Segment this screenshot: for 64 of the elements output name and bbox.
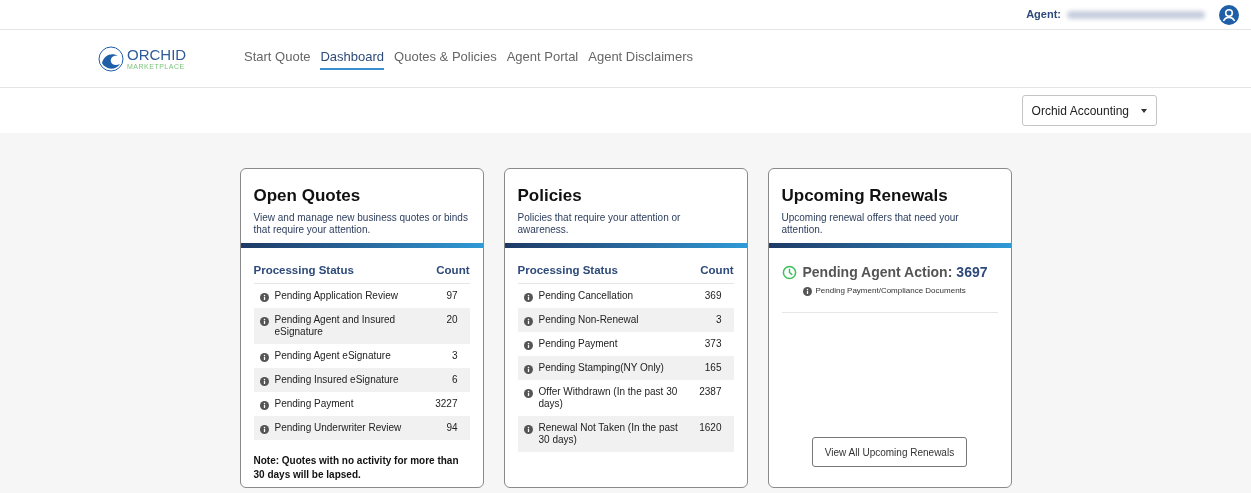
count-value: 2387 — [699, 385, 722, 398]
info-icon — [523, 364, 533, 374]
column-header: Count — [700, 263, 734, 279]
column-header: Count — [436, 263, 470, 279]
count-value: 94 — [446, 421, 458, 434]
nav-link[interactable]: Agent Disclaimers — [588, 46, 693, 71]
status-label: Pending Payment — [538, 337, 618, 350]
summary-detail: Pending Payment/Compliance Documents — [815, 285, 966, 298]
status-label: Pending Application Review — [274, 289, 398, 302]
count-value: 1620 — [699, 421, 722, 434]
nav-link[interactable]: Start Quote — [244, 46, 311, 71]
card-description: View and manage new business quotes or binds that require your attention. — [253, 212, 469, 237]
info-icon — [259, 424, 269, 434]
card-title: Policies — [517, 185, 583, 207]
status-label: Pending Stamping(NY Only) — [538, 361, 664, 374]
view-renewals-button[interactable]: View All Upcoming Renewals — [811, 437, 968, 467]
count-value: 3227 — [435, 397, 458, 410]
count-value: 3 — [451, 349, 458, 362]
caret-icon — [1141, 108, 1147, 113]
logo-name: ORCHID — [127, 47, 187, 62]
count-value: 6 — [451, 373, 458, 386]
card-title: Upcoming Renewals — [781, 185, 949, 207]
agent-label: Agent: — [1026, 7, 1061, 23]
nav-link[interactable]: Dashboard — [320, 46, 385, 71]
count-value: 3 — [715, 313, 722, 326]
card-description: Policies that require your attention or awareness. — [517, 212, 682, 237]
status-label: Pending Agent and Insured eSignature — [274, 313, 397, 338]
nav-link[interactable]: Quotes & Policies — [394, 46, 497, 71]
info-icon — [523, 424, 533, 434]
info-icon — [523, 292, 533, 302]
count-value: 97 — [446, 289, 458, 302]
nav-link[interactable]: Agent Portal — [506, 46, 579, 71]
count-value: 373 — [704, 337, 722, 350]
count-value: 165 — [704, 361, 722, 374]
user-avatar-icon[interactable] — [1219, 4, 1239, 25]
count-value: 20 — [446, 313, 458, 326]
clock-icon — [781, 265, 797, 281]
status-label: Offer Withdrawn (In the past 30 days) — [538, 385, 679, 410]
info-icon — [523, 388, 533, 398]
wave-logo-icon — [98, 45, 124, 72]
info-icon — [259, 400, 269, 410]
status-label: Pending Cancellation — [538, 289, 633, 302]
note-text: Note: Quotes with no activity for more than 30 days will be lapsed. — [253, 453, 460, 482]
status-label: Pending Insured eSignature — [274, 373, 399, 386]
status-label: Renewal Not Taken (In the past 30 days) — [538, 421, 679, 446]
status-label: Pending Underwriter Review — [274, 421, 402, 434]
info-icon — [259, 292, 269, 302]
info-icon — [523, 316, 533, 326]
count-value: 369 — [704, 289, 722, 302]
card-title: Open Quotes — [253, 185, 362, 207]
info-icon — [523, 340, 533, 350]
summary-value: 3697 — [956, 263, 988, 283]
status-label: Pending Non-Renewal — [538, 313, 639, 326]
status-label: Pending Payment — [274, 397, 354, 410]
info-icon — [259, 352, 269, 362]
card-description: Upcoming renewal offers that need your attention. — [781, 212, 960, 237]
summary-label: Pending Agent Action: — [802, 263, 953, 283]
column-header: Processing Status — [253, 263, 354, 279]
column-header: Processing Status — [517, 263, 618, 279]
agency-dropdown[interactable]: Orchid Accounting — [1021, 95, 1157, 126]
status-label: Pending Agent eSignature — [274, 349, 391, 362]
info-icon — [259, 316, 269, 326]
info-icon — [802, 287, 812, 297]
info-icon — [259, 376, 269, 386]
